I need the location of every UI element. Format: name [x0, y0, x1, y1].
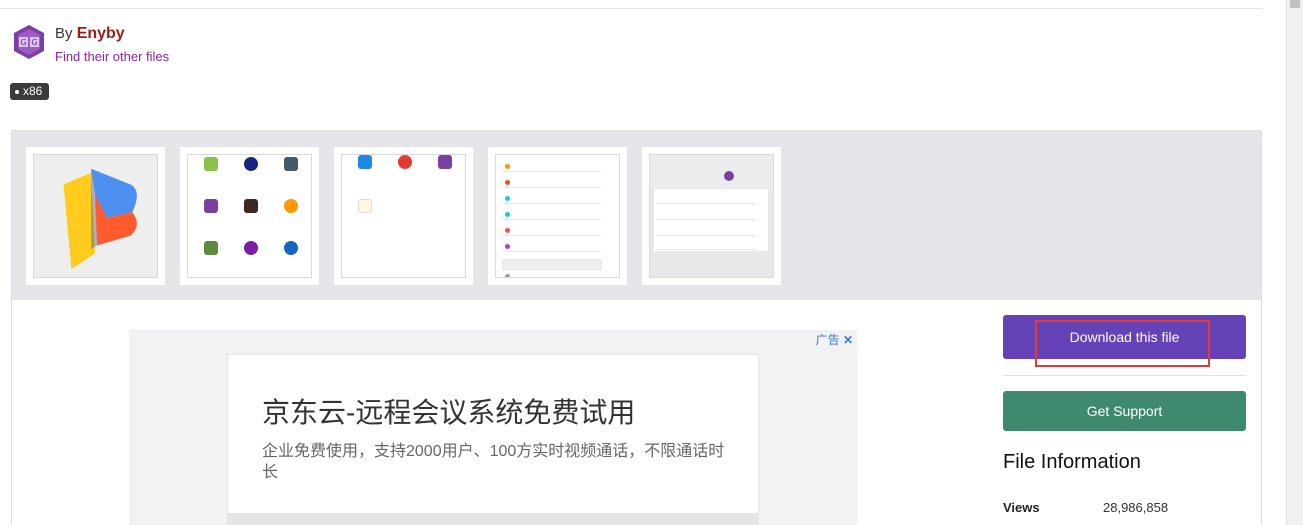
- parallel-space-logo-icon: [63, 168, 137, 270]
- screenshot-gallery: [12, 131, 1261, 300]
- sidebar-divider: [1003, 375, 1246, 376]
- advertisement[interactable]: 广告 ✕ 京东云-远程会议系统免费试用 企业免费使用，支持2000用户、100方…: [129, 330, 857, 525]
- ad-title[interactable]: 京东云-远程会议系统免费试用: [262, 391, 635, 431]
- author-byline: By Enyby: [55, 26, 169, 42]
- file-information-heading: File Information: [1003, 451, 1141, 473]
- top-divider: [0, 8, 1263, 9]
- get-support-button[interactable]: Get Support: [1003, 391, 1246, 431]
- svg-text:G: G: [20, 38, 26, 47]
- author-name-link[interactable]: Enyby: [77, 25, 125, 42]
- by-label: By: [55, 25, 73, 42]
- gallery-thumbnail-app-grid[interactable]: [180, 147, 319, 285]
- scrollbar-thumb[interactable]: [1290, 0, 1300, 8]
- gallery-thumbnail-settings[interactable]: [642, 147, 781, 285]
- gallery-thumbnail-app-logo[interactable]: [26, 147, 165, 285]
- tag-x86[interactable]: x86: [10, 83, 50, 100]
- ad-label-text: 广告: [815, 333, 840, 347]
- close-icon[interactable]: ✕: [843, 333, 853, 347]
- ad-card[interactable]: 京东云-远程会议系统免费试用 企业免费使用，支持2000用户、100方实时视频通…: [227, 354, 759, 525]
- views-label: Views: [1003, 500, 1040, 515]
- ad-card-footer: [228, 513, 758, 525]
- find-other-files-link[interactable]: Find their other files: [55, 50, 169, 63]
- gallery-thumbnail-menu[interactable]: [488, 147, 627, 285]
- ad-label[interactable]: 广告 ✕: [816, 331, 853, 348]
- author-block: G G By Enyby Find their other files: [12, 24, 169, 63]
- page-scrollbar[interactable]: [1286, 0, 1303, 525]
- highlight-box: [1035, 320, 1210, 367]
- gallery-thumbnail-app-list[interactable]: [334, 147, 473, 285]
- svg-text:G: G: [31, 38, 37, 47]
- views-value: 28,986,858: [1103, 500, 1169, 515]
- gameguardian-avatar-icon[interactable]: G G: [12, 24, 46, 60]
- ad-description: 企业免费使用，支持2000用户、100方实时视频通话，不限通话时长: [262, 443, 725, 481]
